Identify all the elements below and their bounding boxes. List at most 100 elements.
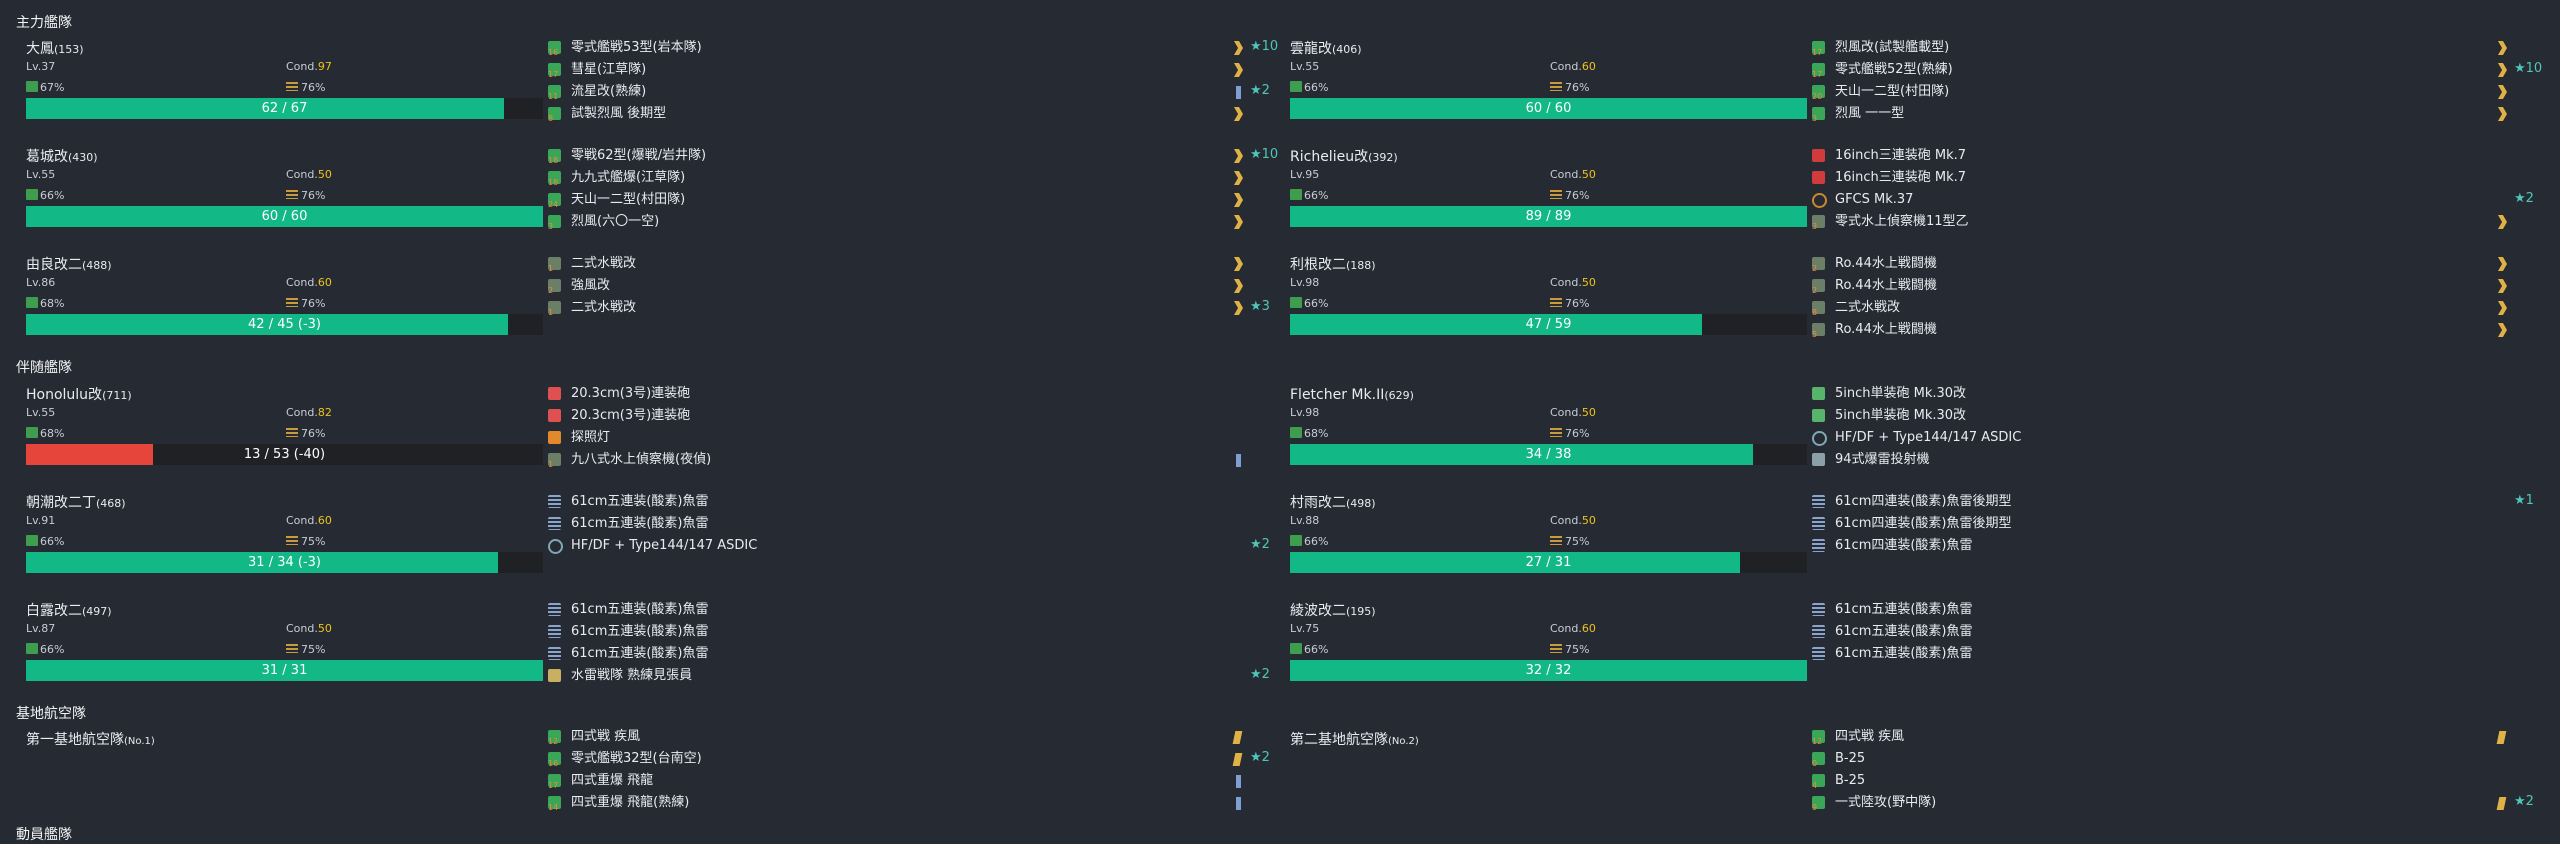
ship-name[interactable]: 村雨改二(498) (1290, 494, 1376, 513)
ship-name[interactable]: 利根改二(188) (1290, 256, 1376, 275)
ship-name-text: 利根改二 (1290, 257, 1346, 273)
hp-bar: 60 / 60 (26, 206, 543, 227)
fuel-value: 66% (40, 643, 65, 656)
hp-bar: 34 / 38 (1290, 444, 1807, 465)
equipment-row[interactable]: 17 四式重爆 飛龍 (548, 773, 1248, 795)
ammo-status: 76% (286, 297, 325, 310)
equipment-name: 彗星(江草隊) (571, 62, 647, 77)
equipment-row[interactable]: 0 B-25 (1812, 751, 2512, 773)
equipment-row[interactable]: 61cm五連装(酸素)魚雷 (1812, 624, 2512, 646)
ship-name[interactable]: Honolulu改(711) (26, 386, 132, 405)
aircraft-count: 0 (1812, 759, 1818, 768)
ship-name[interactable]: Fletcher Mk.II(629) (1290, 386, 1414, 405)
equipment-row[interactable]: HF/DF + Type144/147 ASDIC (1812, 430, 2512, 452)
ammo-status: 75% (286, 535, 325, 548)
ship-name[interactable]: 朝潮改二丁(468) (26, 494, 126, 513)
equipment-row[interactable]: 61cm五連装(酸素)魚雷 (1812, 602, 2512, 624)
ship-name[interactable]: 雲龍改(406) (1290, 40, 1362, 59)
equipment-row[interactable]: 61cm五連装(酸素)魚雷 (548, 624, 1248, 646)
ship-id: (153) (54, 43, 84, 56)
equipment-row[interactable]: 2 Ro.44水上戦闘機 (1812, 278, 2512, 300)
equipment-row[interactable]: 61cm五連装(酸素)魚雷 (548, 494, 1248, 516)
equipment-row[interactable]: 61cm五連装(酸素)魚雷 (548, 602, 1248, 624)
equipment-row[interactable]: 4 B-25 (1812, 773, 2512, 795)
equipment-row[interactable]: 3 烈風(六〇一空) (548, 214, 1248, 236)
ship-name[interactable]: 大鳳(153) (26, 40, 84, 59)
equipment-row[interactable]: 8 試製烈風 後期型 (548, 106, 1248, 128)
equipment-name: 零式水上偵察機11型乙 (1835, 214, 1969, 229)
equipment-row[interactable]: 18 九九式艦爆(江草隊) (548, 170, 1248, 192)
equipment-row[interactable]: 16 零式艦戦32型(台南空) ★2 (548, 750, 1270, 773)
equipment-row[interactable]: 61cm四連装(酸素)魚雷 (1812, 538, 2512, 560)
equipment-row[interactable]: 12 四式戦 疾風 (1812, 729, 2512, 751)
equipment-row[interactable]: 61cm五連装(酸素)魚雷 (1812, 646, 2512, 668)
ship-card: 葛城改(430) Lv.55 Cond.50 66% 76% 60 / 60 (16, 148, 543, 248)
equipment-row[interactable]: 16 零式艦戦53型(岩本隊) ★10 (548, 39, 1278, 62)
equipment-row[interactable]: 9 一式陸攻(野中隊) ★2 (1812, 794, 2534, 817)
equipment-row[interactable]: 5inch単装砲 Mk.30改 (1812, 408, 2512, 430)
equipment-row[interactable]: 20 天山一二型(村田隊) (1812, 84, 2512, 106)
equipment-row[interactable]: 14 四式重爆 飛龍(熟練) (548, 795, 1248, 817)
equipment-row[interactable]: 2 Ro.44水上戦闘機 (1812, 256, 2512, 278)
ship-name-text: Honolulu改 (26, 387, 103, 403)
ship-card: 利根改二(188) Lv.98 Cond.50 66% 76% 47 / 59 (1280, 256, 1807, 356)
equipment-row[interactable]: 20.3cm(3号)連装砲 (548, 408, 1248, 430)
equipment-row[interactable]: 12 四式戦 疾風 (548, 729, 1248, 751)
ammo-status: 76% (1550, 427, 1589, 440)
ship-name[interactable]: 由良改二(488) (26, 256, 112, 275)
equipment-name: HF/DF + Type144/147 ASDIC (1835, 430, 2022, 445)
equipment-row[interactable]: 3 烈風 一一型 (1812, 106, 2512, 128)
equipment-name: 61cm五連装(酸素)魚雷 (571, 516, 709, 531)
equipment-row[interactable]: HF/DF + Type144/147 ASDIC ★2 (548, 537, 1270, 560)
equipment-row[interactable]: 2 強風改 (548, 278, 1248, 300)
equipment-row[interactable]: 61cm四連装(酸素)魚雷後期型 ★1 (1812, 493, 2534, 516)
ship-name[interactable]: 白露改二(497) (26, 602, 112, 621)
ship-name[interactable]: 葛城改(430) (26, 148, 98, 167)
small-gun-icon (1812, 409, 1825, 422)
equipment-row[interactable]: GFCS Mk.37 ★2 (1812, 191, 2534, 214)
equipment-row[interactable]: 17 零式艦戦52型(熟練) ★10 (1812, 61, 2542, 84)
equipment-row[interactable]: 1 九八式水上偵察機(夜偵) (548, 452, 1248, 474)
aircraft-count: 5 (1812, 330, 1818, 339)
fuel-icon (26, 81, 38, 92)
equipment-name: 烈風改(試製艦載型) (1835, 40, 1950, 55)
ship-card: 村雨改二(498) Lv.88 Cond.50 66% 75% 27 / 31 (1280, 494, 1807, 594)
equipment-row[interactable]: 水雷戦隊 熟練見張員 ★2 (548, 667, 1270, 690)
equipment-row[interactable]: 61cm四連装(酸素)魚雷後期型 (1812, 516, 2512, 538)
fuel-icon (26, 535, 38, 546)
equipment-row[interactable]: 61cm五連装(酸素)魚雷 (548, 516, 1248, 538)
ammo-status: 76% (1550, 297, 1589, 310)
equipment-row[interactable]: 5 Ro.44水上戦闘機 (1812, 322, 2512, 344)
equipment-row[interactable]: 16inch三連装砲 Mk.7 (1812, 148, 2512, 170)
equipment-row[interactable]: 94式爆雷投射機 (1812, 452, 2512, 474)
equipment-row[interactable]: 20.3cm(3号)連装砲 (548, 386, 1248, 408)
equipment-row[interactable]: 17 彗星(江草隊) (548, 62, 1248, 84)
ship-id: (629) (1384, 389, 1414, 402)
fuel-icon (26, 297, 38, 308)
equipment-row[interactable]: 1 二式水戦改 ★3 (548, 299, 1270, 322)
lbas-name[interactable]: 第二基地航空隊(No.2) (1290, 729, 1419, 749)
improvement-star: ★2 (1250, 83, 1270, 98)
torpedo-icon (548, 603, 561, 616)
hp-text: 60 / 60 (1525, 101, 1572, 116)
ship-name[interactable]: 綾波改二(195) (1290, 602, 1376, 621)
equipment-row[interactable]: 17 烈風改(試製艦載型) (1812, 40, 2512, 62)
ship-name[interactable]: Richelieu改(392) (1290, 148, 1398, 167)
lbas-name[interactable]: 第一基地航空隊(No.1) (26, 729, 155, 749)
equipment-row[interactable]: 16inch三連装砲 Mk.7 (1812, 170, 2512, 192)
ship-card: 白露改二(497) Lv.87 Cond.50 66% 75% 31 / 31 (16, 602, 543, 702)
equipment-row[interactable]: 61cm五連装(酸素)魚雷 (548, 646, 1248, 668)
ammo-value: 75% (1565, 643, 1590, 656)
equipment-name: 天山一二型(村田隊) (1835, 84, 1950, 99)
equipment-row[interactable]: 1 二式水戦改 (548, 256, 1248, 278)
equipment-row[interactable]: 18 零戦62型(爆戦/岩井隊) ★10 (548, 147, 1278, 170)
equipment-row[interactable]: 5inch単装砲 Mk.30改 (1812, 386, 2512, 408)
proficiency-chevron-icon (2498, 63, 2507, 77)
equipment-row[interactable]: 11 流星改(熟練) ★2 (548, 83, 1270, 106)
equipment-row[interactable]: 3 零式水上偵察機11型乙 (1812, 214, 2512, 236)
equipment-row[interactable]: 探照灯 (548, 430, 1248, 452)
equipment-row[interactable]: 8 二式水戦改 (1812, 300, 2512, 322)
aircraft-count: 1 (548, 264, 554, 273)
equipment-row[interactable]: 24 天山一二型(村田隊) (548, 192, 1248, 214)
ammo-icon (1550, 428, 1562, 437)
